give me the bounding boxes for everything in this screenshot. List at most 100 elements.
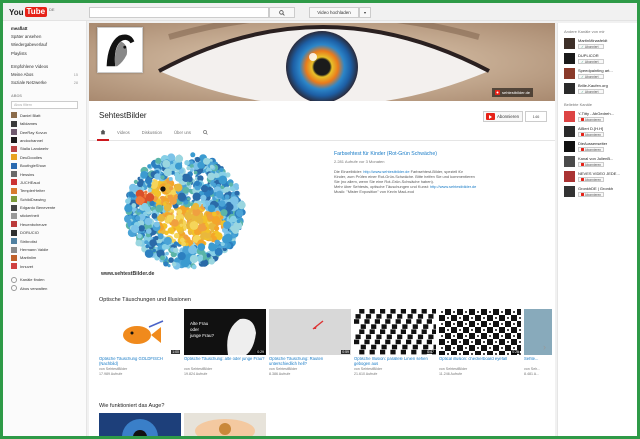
guide-item[interactable]: Playlists	[3, 49, 86, 57]
guide-subscription-item[interactable]: falldames	[3, 119, 86, 127]
sidebar-channel-item[interactable]: DieAussenseiter Abonnieren	[558, 139, 637, 154]
guide-subscription-item[interactable]: DeeRay Kovun	[3, 128, 86, 136]
sidebar-subscribe-button[interactable]: ✓ Abonniert	[578, 44, 604, 49]
guide-subscription-item[interactable]: Martinlim	[3, 254, 86, 262]
sidebar-channel-item[interactable]: MartinMinasfeldt ✓ Abonniert	[558, 36, 637, 51]
sidebar-subscribe-button[interactable]: Abonnieren	[578, 177, 604, 182]
sidebar-subscribe-button[interactable]: ✓ Abonniert	[578, 59, 604, 64]
channel-thumbnail[interactable]	[564, 141, 575, 152]
channel-name[interactable]: AlBert D.[H.H]	[578, 126, 637, 131]
featured-video-thumbnail[interactable]: www.sehtestBilder.de	[99, 151, 271, 277]
video-thumbnail[interactable]: 0:59	[269, 309, 351, 355]
guide-subscription-item[interactable]: DeuDoodles	[3, 153, 86, 161]
channel-name[interactable]: DUPLICOR	[578, 53, 637, 58]
sidebar-channel-item[interactable]: NEVES VIDEO JEDE... Abonnieren	[558, 169, 637, 184]
channel-thumbnail[interactable]	[564, 171, 575, 182]
guide-subscription-item[interactable]: TemplerHeiter	[3, 187, 86, 195]
channel-thumbnail[interactable]	[564, 83, 575, 94]
sidebar-subscribe-button[interactable]: ✓ Abonniert	[578, 74, 604, 79]
search-input[interactable]	[89, 7, 269, 18]
sidebar-subscribe-button[interactable]: Abonnieren	[578, 117, 604, 122]
subscription-filter-input[interactable]: Abos filtern	[11, 101, 78, 110]
guide-subscription-item[interactable]: Hessins	[3, 170, 86, 178]
channel-name[interactable]: Kanal von JulienB...	[578, 156, 637, 161]
video-card[interactable]: 0:25 Optical illusion: checkerboard eyefa…	[439, 309, 521, 376]
guide-subscription-item[interactable]: BoothgleShow	[3, 161, 86, 169]
sidebar-subscribe-button[interactable]: Abonnieren	[578, 192, 604, 197]
channel-name[interactable]: Speedpainting art...	[578, 68, 637, 73]
channel-thumbnail[interactable]	[564, 126, 575, 137]
channel-thumbnail[interactable]	[564, 38, 575, 49]
video-title[interactable]: Optische Illusion: parallele Linien sehe…	[354, 357, 436, 367]
youtube-logo[interactable]: You Tube DE	[9, 7, 55, 17]
channel-name[interactable]: DieAussenseiter	[578, 141, 637, 146]
video-title[interactable]: Sehte...	[524, 357, 552, 367]
tab-home[interactable]	[95, 126, 111, 141]
desc-link[interactable]: http://www.sehtestbilder.de	[430, 184, 476, 189]
channel-thumbnail[interactable]	[564, 156, 575, 167]
video-card[interactable]: Alte Frau oder junge Frau? 0:29 Optische Täu…	[184, 309, 266, 376]
sidebar-channel-item[interactable]: AlBert D.[H.H] Abonnieren	[558, 124, 637, 139]
channel-name[interactable]: Y-Titty - AbGedreh...	[578, 111, 637, 116]
video-thumbnail[interactable]	[184, 413, 266, 436]
guide-subscription-item[interactable]: Edgardo Benevente	[3, 203, 86, 211]
channel-name[interactable]: NEVES VIDEO JEDE...	[578, 171, 637, 176]
tab-about[interactable]: Über uns	[168, 126, 197, 138]
guide-subscription-item[interactable]: Stalla Landwehr	[3, 145, 86, 153]
guide-subscription-item[interactable]: stickerlneit	[3, 212, 86, 220]
channel-avatar[interactable]	[97, 27, 143, 73]
guide-subscription-item[interactable]: Innuvet	[3, 262, 86, 270]
video-title[interactable]: Optische Täuschung: alte oder junge Frau…	[184, 357, 266, 367]
banner-website-link[interactable]: sehtestbilder.de	[492, 88, 534, 97]
video-thumbnail[interactable]: 0:47	[354, 309, 436, 355]
guide-subscription-item[interactable]: Stribrotist	[3, 237, 86, 245]
tab-search[interactable]	[197, 126, 214, 138]
video-card[interactable]: 0:59 Optische Täuschung: Rauten unterschi…	[269, 309, 351, 376]
guide-item[interactable]: Später ansehen	[3, 32, 86, 40]
sidebar-channel-item[interactable]: Speedpainting art... ✓ Abonniert	[558, 66, 637, 81]
video-card[interactable]: 1:00 Optische Täuschung GOLDFISCH (Nachbi…	[99, 309, 181, 376]
guide-item[interactable]: meaflatt	[3, 24, 86, 32]
guide-subscription-item[interactable]: Daniel Blatt	[3, 111, 86, 119]
video-thumbnail[interactable]: Alte Frau oder junge Frau? 0:29	[184, 309, 266, 355]
tab-discussion[interactable]: Diskussion	[136, 126, 168, 138]
video-card[interactable]: Sehte... von Seh... 8.481 A...	[524, 309, 552, 376]
video-card[interactable]: 0:47 Optische Illusion: parallele Linien …	[354, 309, 436, 376]
video-thumbnail[interactable]	[524, 309, 552, 355]
channel-thumbnail[interactable]	[564, 53, 575, 64]
guide-item[interactable]: Empfohlene Videos	[3, 62, 86, 70]
guide-item[interactable]: Soziale Netzwerke 28	[3, 79, 86, 87]
sidebar-subscribe-button[interactable]: Abonnieren	[578, 147, 604, 152]
guide-footer-item[interactable]: Kanäle finden	[3, 276, 86, 284]
tab-videos[interactable]: Videos	[111, 126, 136, 138]
sidebar-subscribe-button[interactable]: Abonnieren	[578, 162, 604, 167]
shelf-title[interactable]: Wie funktioniert das Auge?	[99, 403, 164, 409]
search-button[interactable]	[269, 7, 295, 18]
video-title[interactable]: Optische Täuschung: Rauten unterschiedli…	[269, 357, 351, 367]
chevron-right-icon[interactable]: ›	[543, 342, 546, 352]
video-title[interactable]: Optical illusion: checkerboard eyefall	[439, 357, 521, 367]
guide-subscription-item[interactable]: DORUCIO	[3, 229, 86, 237]
guide-subscription-item[interactable]: JUCHEaud	[3, 178, 86, 186]
channel-name[interactable]: MartinMinasfeldt	[578, 38, 637, 43]
sidebar-channel-item[interactable]: Y-Titty - AbGedreh... Abonnieren	[558, 109, 637, 124]
sidebar-channel-item[interactable]: DUPLICOR ✓ Abonniert	[558, 51, 637, 66]
featured-video-title[interactable]: Farbsehtest für Kinder (Rot-Grün Schwäch…	[334, 151, 437, 157]
sidebar-channel-item[interactable]: GronkhDE | Gronkh Abonnieren	[558, 184, 637, 199]
sidebar-subscribe-button[interactable]: ✓ Abonniert	[578, 89, 604, 94]
channel-thumbnail[interactable]	[564, 68, 575, 79]
guide-subscription-item[interactable]: Heuenbcheuve	[3, 220, 86, 228]
guide-item[interactable]: Meine Abos 15	[3, 70, 86, 78]
video-thumbnail[interactable]	[99, 413, 181, 436]
channel-thumbnail[interactable]	[564, 111, 575, 122]
channel-name[interactable]: GronkhDE | Gronkh	[578, 186, 637, 191]
upload-video-button[interactable]: Video hochladen	[309, 7, 359, 18]
channel-thumbnail[interactable]	[564, 186, 575, 197]
guide-footer-item[interactable]: Abos verwalten	[3, 284, 86, 292]
shelf-title[interactable]: Optische Täuschungen und Illusionen	[99, 297, 191, 303]
video-thumbnail[interactable]: 1:00	[99, 309, 181, 355]
sidebar-channel-item[interactable]: Brille-Kaufen.org ✓ Abonniert	[558, 81, 637, 96]
sidebar-channel-item[interactable]: Kanal von JulienB... Abonnieren	[558, 154, 637, 169]
guide-subscription-item[interactable]: andochannel	[3, 136, 86, 144]
sidebar-subscribe-button[interactable]: Abonnieren	[578, 132, 604, 137]
